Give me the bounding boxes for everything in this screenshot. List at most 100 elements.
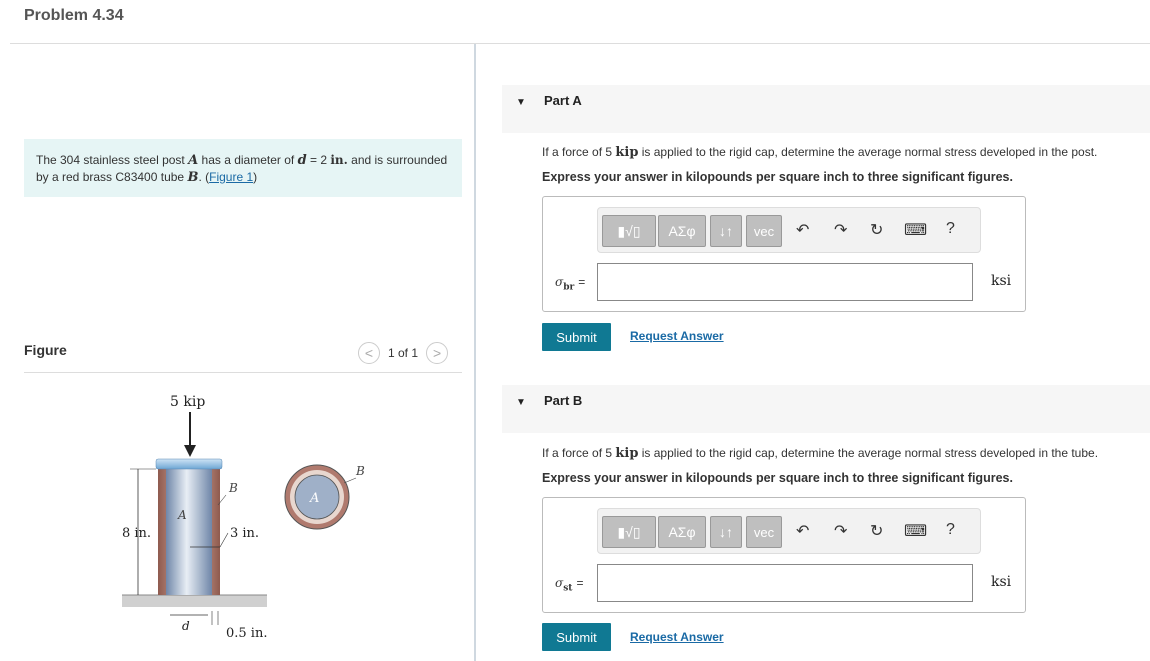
question-unit: kip — [615, 145, 639, 160]
height-label: 8 in. — [122, 526, 151, 541]
pager-count: 1 of 1 — [388, 346, 419, 360]
help-icon[interactable]: ? — [946, 521, 955, 539]
redo-icon[interactable]: ↷ — [834, 521, 847, 541]
collapse-triangle-icon[interactable]: ▼ — [516, 97, 526, 108]
part-a-title: Part A — [544, 93, 582, 108]
part-a-answer-input[interactable] — [597, 263, 973, 301]
prev-figure-button[interactable]: < — [358, 342, 380, 364]
reset-icon[interactable]: ↻ — [870, 220, 883, 240]
part-a-answer-box: ▮√▯ ΑΣφ ↓↑ vec ↶ ↷ ↻ ⌨ ? σbr = ksi — [542, 196, 1026, 312]
chevron-left-icon: < — [364, 345, 374, 361]
force-label: 5 kip — [170, 394, 205, 410]
vec-icon: vec — [753, 524, 775, 540]
templates-button[interactable]: ▮√▯ — [602, 516, 656, 548]
templates-button[interactable]: ▮√▯ — [602, 215, 656, 247]
header-divider — [10, 43, 1150, 44]
var-tube: B — [187, 170, 199, 185]
part-b-question: If a force of 5 kip is applied to the ri… — [542, 446, 1098, 461]
equals-sign: = — [576, 576, 584, 590]
sigma-symbol: σ — [555, 576, 564, 590]
chevron-right-icon: > — [432, 345, 442, 361]
part-b-submit-button[interactable]: Submit — [542, 623, 611, 651]
section-tube-label: B — [355, 464, 365, 478]
question-text: If a force of 5 — [542, 145, 616, 159]
keyboard-icon[interactable]: ⌨ — [904, 521, 927, 541]
part-a-submit-button[interactable]: Submit — [542, 323, 611, 351]
statement-text: ) — [253, 170, 258, 184]
post-label: A — [177, 508, 187, 522]
part-b-variable: σst = — [555, 576, 583, 593]
arrow-head-icon — [184, 445, 196, 457]
part-b-answer-input[interactable] — [597, 564, 973, 602]
part-b-answer-box: ▮√▯ ΑΣφ ↓↑ vec ↶ ↷ ↻ ⌨ ? σst = ksi — [542, 497, 1026, 613]
part-b-request-answer-link[interactable]: Request Answer — [630, 630, 724, 644]
pane-divider[interactable] — [474, 44, 476, 661]
equals-sign: = — [578, 275, 586, 289]
part-b-instruction: Express your answer in kilopounds per sq… — [542, 471, 1013, 485]
var-post: A — [188, 153, 199, 168]
sigma-subscript: br — [563, 282, 575, 293]
question-text: is applied to the rigid cap, determine t… — [638, 145, 1098, 159]
figure-pager: < 1 of 1 > — [358, 342, 449, 364]
part-b-title: Part B — [544, 393, 583, 408]
redo-icon[interactable]: ↷ — [834, 220, 847, 240]
templates-icon: ▮√▯ — [617, 222, 641, 239]
greek-button[interactable]: ΑΣφ — [658, 215, 706, 247]
vec-button[interactable]: vec — [746, 215, 782, 247]
sigma-subscript: st — [563, 583, 573, 594]
part-a-request-answer-link[interactable]: Request Answer — [630, 329, 724, 343]
reset-icon[interactable]: ↻ — [870, 521, 883, 541]
vec-icon: vec — [753, 223, 775, 239]
sigma-symbol: σ — [555, 275, 564, 289]
next-figure-button[interactable]: > — [426, 342, 449, 364]
figure-diagram: 5 kip 8 in. A B 3 in. d 0.5 in. A B — [122, 394, 365, 641]
question-text: If a force of 5 — [542, 446, 616, 460]
collapse-triangle-icon[interactable]: ▼ — [516, 397, 526, 408]
part-b-unit: ksi — [991, 574, 1012, 590]
radius-label: 3 in. — [230, 526, 259, 541]
math-toolbar: ▮√▯ ΑΣφ ↓↑ vec ↶ ↷ ↻ ⌨ ? — [597, 207, 981, 253]
math-toolbar: ▮√▯ ΑΣφ ↓↑ vec ↶ ↷ ↻ ⌨ ? — [597, 508, 981, 554]
problem-statement: The 304 stainless steel post A has a dia… — [24, 139, 462, 197]
figure-link[interactable]: Figure 1 — [209, 170, 253, 184]
part-a-instruction: Express your answer in kilopounds per sq… — [542, 170, 1013, 184]
arrows-button[interactable]: ↓↑ — [710, 215, 742, 247]
part-a-header[interactable]: ▼ Part A — [502, 85, 1150, 133]
templates-icon: ▮√▯ — [617, 523, 641, 540]
arrows-button[interactable]: ↓↑ — [710, 516, 742, 548]
statement-text: = 2 — [306, 153, 331, 167]
question-text: is applied to the rigid cap, determine t… — [638, 446, 1099, 460]
radius-leader — [219, 532, 229, 548]
statement-text: . ( — [198, 170, 210, 184]
thickness-label: 0.5 in. — [226, 626, 267, 641]
arrows-icon: ↓↑ — [719, 223, 733, 239]
greek-icon: ΑΣφ — [668, 223, 696, 239]
statement-text: has a diameter of — [198, 153, 298, 167]
rigid-cap — [155, 458, 223, 470]
undo-icon[interactable]: ↶ — [796, 521, 809, 541]
unit-in: in. — [330, 153, 348, 167]
greek-button[interactable]: ΑΣφ — [658, 516, 706, 548]
section-tube-leader — [343, 477, 357, 484]
tube-label: B — [228, 481, 238, 495]
problem-title: Problem 4.34 — [24, 7, 124, 24]
statement-text: The 304 stainless steel post — [36, 153, 189, 167]
part-a-variable: σbr = — [555, 275, 585, 292]
part-a-unit: ksi — [991, 273, 1012, 289]
arrows-icon: ↓↑ — [719, 524, 733, 540]
figure-heading: Figure — [24, 342, 67, 358]
help-icon[interactable]: ? — [946, 220, 955, 238]
part-a-question: If a force of 5 kip is applied to the ri… — [542, 145, 1097, 160]
diameter-label: d — [182, 619, 190, 633]
keyboard-icon[interactable]: ⌨ — [904, 220, 927, 240]
figure-divider — [24, 372, 462, 373]
greek-icon: ΑΣφ — [668, 524, 696, 540]
vec-button[interactable]: vec — [746, 516, 782, 548]
undo-icon[interactable]: ↶ — [796, 220, 809, 240]
section-post-label: A — [309, 491, 319, 506]
part-b-header[interactable]: ▼ Part B — [502, 385, 1150, 433]
question-unit: kip — [615, 446, 639, 461]
post-a — [166, 467, 212, 595]
ground — [122, 595, 267, 607]
var-d: d — [297, 153, 307, 168]
